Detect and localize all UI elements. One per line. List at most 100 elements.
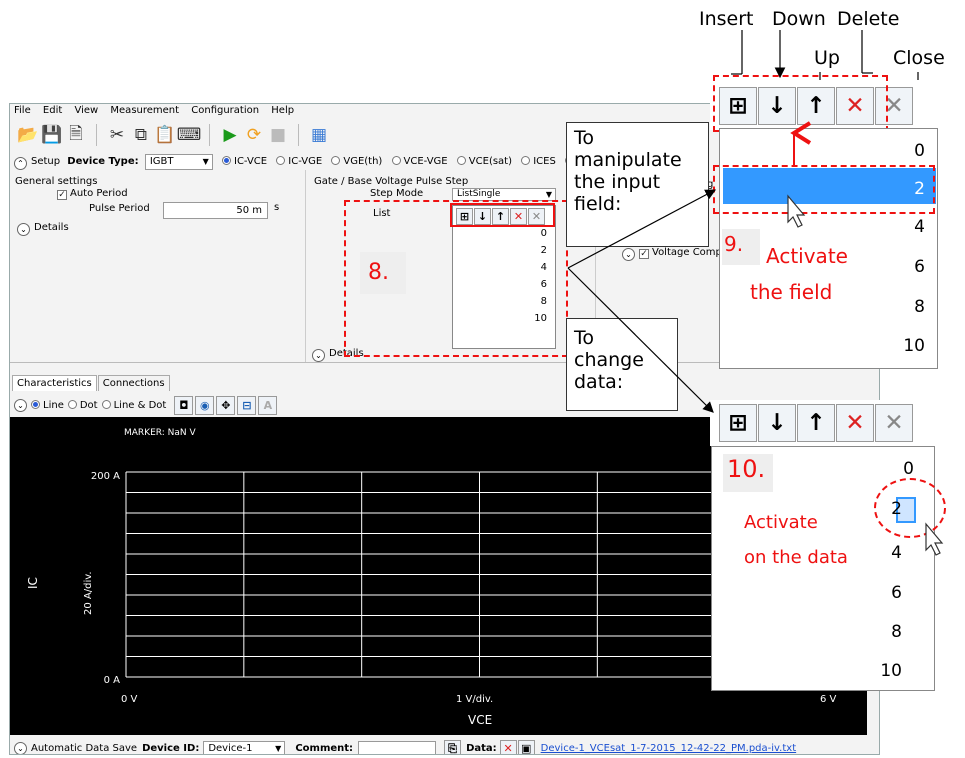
save-close-icon[interactable]: 🗎 bbox=[64, 123, 88, 147]
run-icon[interactable]: ▶ bbox=[218, 123, 242, 147]
list-item[interactable]: 0 bbox=[914, 141, 937, 161]
menu-file[interactable]: File bbox=[14, 105, 31, 116]
activate-line: on the data bbox=[744, 547, 848, 568]
insert-label: Insert bbox=[699, 8, 754, 30]
plot-radio-line-dot[interactable]: Line & Dot bbox=[101, 400, 166, 411]
highlight-field bbox=[713, 165, 935, 214]
open-icon[interactable]: 📂 bbox=[16, 123, 40, 147]
data-file-link[interactable]: Device-1_VCEsat_1-7-2015_12-42-22_PM.pda… bbox=[541, 743, 796, 754]
x-left-label: 0 V bbox=[121, 694, 138, 705]
up-arrow-icon[interactable]: ↑ bbox=[797, 404, 835, 442]
menu-edit[interactable]: Edit bbox=[43, 105, 62, 116]
pulse-period-input[interactable]: 50 m bbox=[163, 202, 268, 219]
close-icon[interactable]: ✕ bbox=[875, 404, 913, 442]
menu-help[interactable]: Help bbox=[271, 105, 294, 116]
data-open-icon[interactable]: ▣ bbox=[517, 740, 535, 754]
y-top-label: 200 A bbox=[91, 471, 120, 482]
gate-title: Gate / Base Voltage Pulse Step bbox=[314, 176, 469, 187]
step-9-label: 9. bbox=[724, 232, 744, 256]
list-item[interactable]: 6 bbox=[891, 583, 914, 603]
delete-icon[interactable]: ✕ bbox=[836, 404, 874, 442]
device-type-select[interactable]: IGBT ▼ bbox=[144, 154, 213, 170]
highlight-toolbar-top bbox=[713, 75, 888, 132]
copy-icon[interactable]: ⧉ bbox=[129, 123, 153, 147]
list-item[interactable]: 10 bbox=[880, 661, 914, 681]
clipboard-icon[interactable]: ⎘ bbox=[444, 740, 462, 754]
tab-connections[interactable]: Connections bbox=[97, 375, 170, 391]
list-item[interactable]: 8 bbox=[891, 622, 914, 642]
device-id-label: Device ID: bbox=[142, 743, 200, 754]
voltage-compliance-checkbox[interactable]: ⌄ ✓ Voltage Compli bbox=[622, 247, 727, 261]
general-settings-title: General settings bbox=[15, 176, 98, 187]
menu-configuration[interactable]: Configuration bbox=[191, 105, 259, 116]
comment-input[interactable] bbox=[358, 740, 437, 754]
save-icon[interactable]: 💾 bbox=[40, 123, 64, 147]
callout-line: To bbox=[574, 327, 595, 349]
x-axis-label: VCE bbox=[468, 713, 492, 727]
pan-icon[interactable]: ✥ bbox=[216, 396, 236, 415]
callout-line: field: bbox=[574, 193, 622, 215]
activate-field-text: Activate the field bbox=[750, 238, 848, 310]
activate-line: Activate bbox=[766, 244, 848, 268]
camera-icon[interactable]: ◘ bbox=[174, 396, 194, 415]
paste-icon[interactable]: 📋 bbox=[153, 123, 177, 147]
close-label: Close bbox=[893, 47, 945, 69]
pulse-period-unit: s bbox=[274, 202, 280, 213]
x-div-label: 1 V/div. bbox=[456, 694, 493, 705]
annotated-screenshot: { "top_labels": {"insert":"Insert","down… bbox=[0, 0, 965, 758]
callout-manipulate: To manipulate the input field: bbox=[566, 122, 709, 247]
callout-line: change bbox=[574, 349, 644, 371]
list-item[interactable]: 6 bbox=[914, 257, 937, 277]
main-toolbar: 📂 💾 🗎 ✂ ⧉ 📋 ⌨ ▶ ⟳ ■ ▦ bbox=[16, 121, 331, 149]
mode-radio-vge-th[interactable]: VGE(th) bbox=[331, 156, 382, 167]
list-item[interactable]: 4 bbox=[914, 217, 937, 237]
down-label: Down bbox=[772, 8, 826, 30]
mode-radio-vce-sat[interactable]: VCE(sat) bbox=[456, 156, 512, 167]
step-10-label: 10. bbox=[727, 455, 766, 483]
menu-view[interactable]: View bbox=[74, 105, 98, 116]
repeat-icon[interactable]: ⟳ bbox=[242, 123, 266, 147]
device-id-select[interactable]: Device-1 ▼ bbox=[203, 740, 286, 754]
list-item[interactable]: 0 bbox=[903, 459, 926, 479]
mode-radio-ices[interactable]: ICES bbox=[521, 156, 556, 167]
display-icon[interactable]: ▦ bbox=[307, 123, 331, 147]
auto-period-checkbox[interactable]: ✓ Auto Period bbox=[57, 188, 128, 200]
zoom-toolbar-bottom: ⊞ ↓ ↑ ✕ ✕ bbox=[710, 400, 933, 446]
footer-bar: ⌄ Automatic Data Save Device ID: Device-… bbox=[14, 740, 796, 754]
text-icon[interactable]: A bbox=[258, 396, 278, 415]
keyboard-icon[interactable]: ⌨ bbox=[177, 123, 202, 147]
mode-radio-ic-vce[interactable]: IC-VCE bbox=[222, 156, 267, 167]
callout-change: To change data: bbox=[566, 318, 678, 411]
marker-readout: MARKER: NaN V bbox=[124, 428, 196, 438]
general-details-toggle[interactable]: ⌄ Details bbox=[17, 222, 69, 236]
tab-characteristics[interactable]: Characteristics bbox=[12, 375, 97, 391]
callout-line: manipulate bbox=[574, 149, 682, 171]
comment-label: Comment: bbox=[295, 743, 354, 754]
target-icon[interactable]: ◉ bbox=[195, 396, 215, 415]
insert-icon[interactable]: ⊞ bbox=[719, 404, 757, 442]
mode-radio-vce-vge[interactable]: VCE-VGE bbox=[391, 156, 448, 167]
step-mode-label: Step Mode bbox=[370, 188, 424, 199]
list-item[interactable]: 8 bbox=[914, 297, 937, 317]
list-item[interactable]: 10 bbox=[903, 336, 937, 356]
menu-measurement[interactable]: Measurement bbox=[110, 105, 179, 116]
data-delete-icon[interactable]: ✕ bbox=[499, 740, 517, 754]
mode-radio-ic-vge[interactable]: IC-VGE bbox=[276, 156, 322, 167]
delete-label: Delete bbox=[837, 8, 900, 30]
marker-icon[interactable]: ⊟ bbox=[237, 396, 257, 415]
down-arrow-icon[interactable]: ↓ bbox=[758, 404, 796, 442]
activate-line: the field bbox=[750, 280, 833, 304]
menu-bar: File Edit View Measurement Configuration… bbox=[14, 105, 303, 116]
collapse-icon[interactable]: ⌃ bbox=[14, 157, 27, 170]
y-axis-label: IC bbox=[26, 577, 40, 589]
cut-icon[interactable]: ✂ bbox=[105, 123, 129, 147]
plot-radio-line[interactable]: Line bbox=[31, 400, 64, 411]
highlight-data bbox=[874, 478, 946, 538]
y-div-label: 20 A/div. bbox=[83, 571, 94, 615]
data-label: Data: bbox=[466, 743, 497, 754]
stop-icon[interactable]: ■ bbox=[266, 123, 290, 147]
setup-label: Setup bbox=[31, 156, 61, 167]
plot-radio-dot[interactable]: Dot bbox=[67, 400, 98, 411]
activate-data-text: Activate on the data bbox=[744, 505, 848, 575]
list-item[interactable]: 4 bbox=[891, 543, 914, 563]
